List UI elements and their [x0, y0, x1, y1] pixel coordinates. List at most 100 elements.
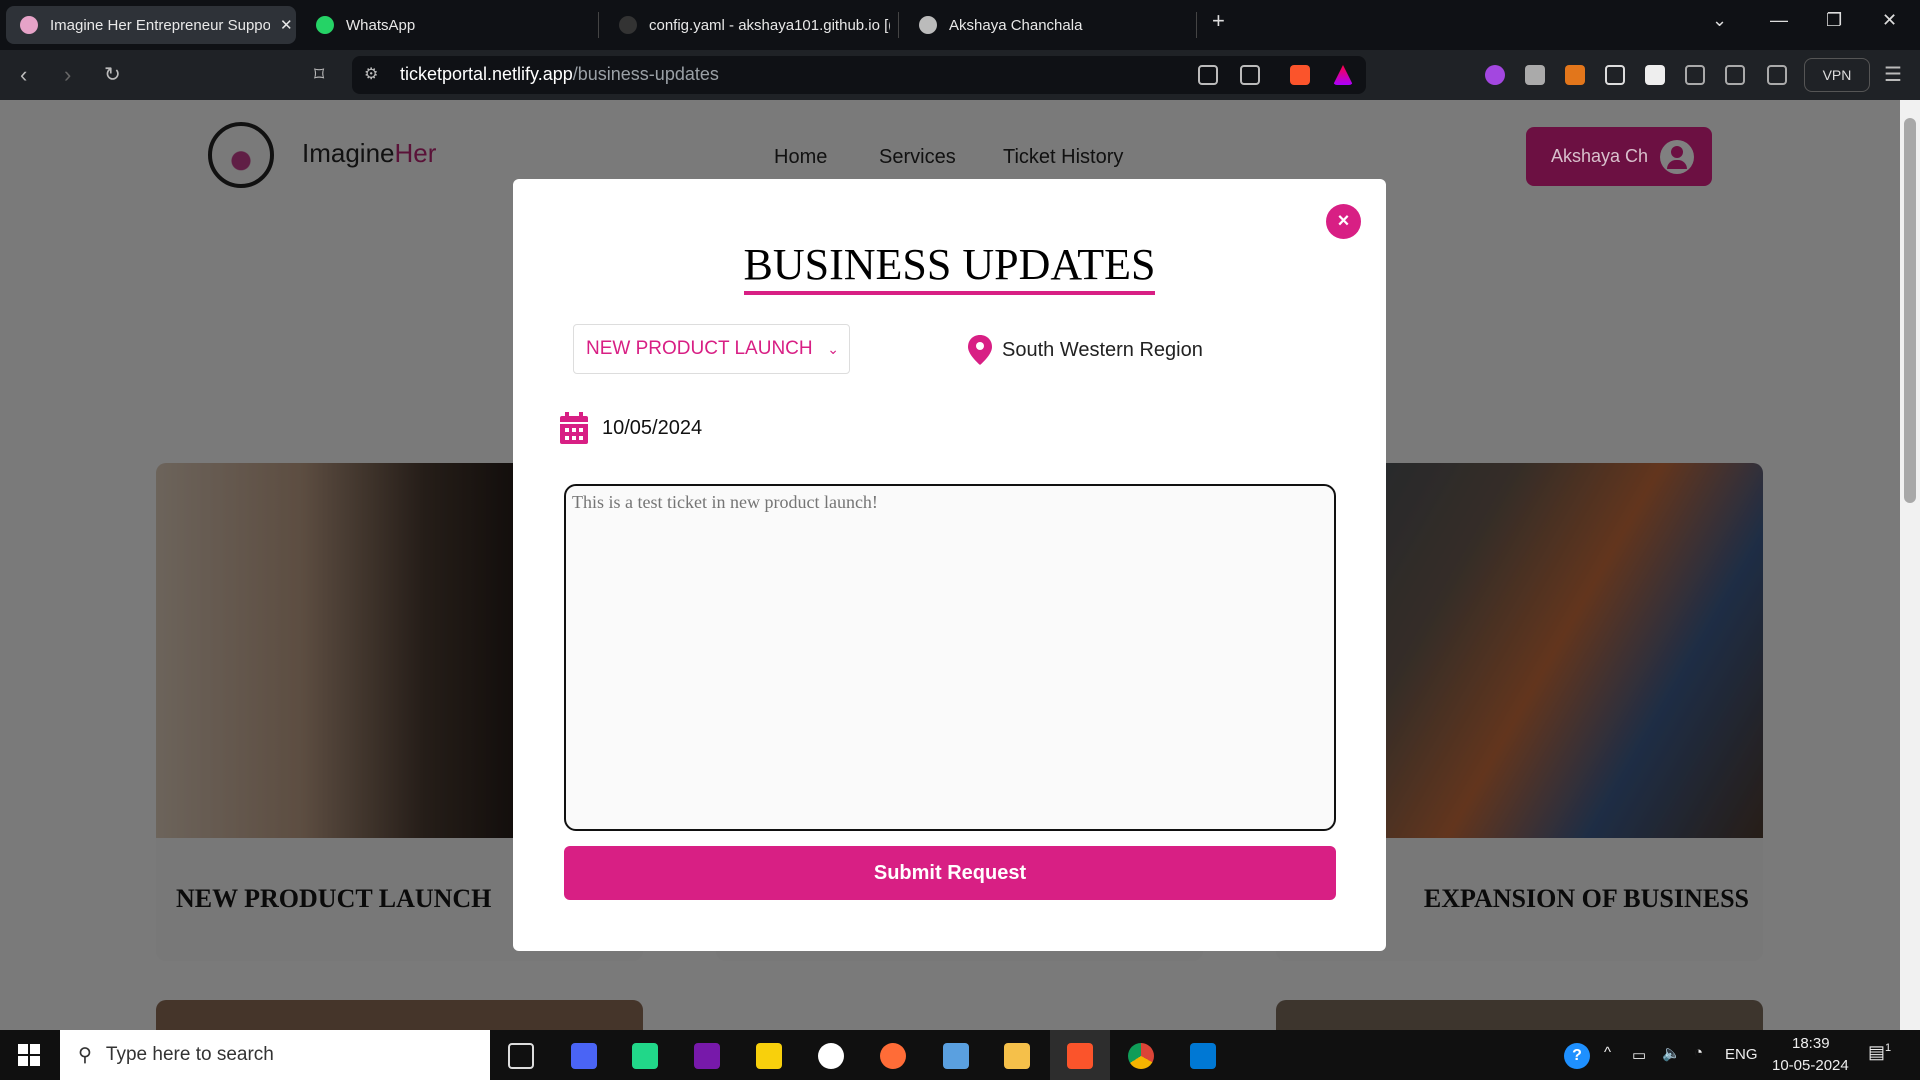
brave-icon [1067, 1043, 1093, 1069]
postman-icon[interactable] [880, 1043, 906, 1069]
github-icon [619, 16, 637, 34]
tab-whatsapp[interactable]: WhatsApp [302, 6, 582, 44]
show-hidden-icons[interactable]: ^ [1604, 1044, 1611, 1061]
metamask-icon[interactable] [1565, 65, 1585, 85]
language-indicator[interactable]: ENG [1725, 1046, 1758, 1063]
cast-icon[interactable] [1198, 65, 1218, 85]
date-text: 10/05/2024 [602, 416, 703, 439]
share-icon[interactable] [1240, 65, 1260, 85]
date-display: 10/05/2024 [560, 412, 702, 444]
sticky-notes-icon[interactable] [756, 1043, 782, 1069]
forward-icon[interactable]: › [64, 62, 71, 88]
search-placeholder: Type here to search [105, 1044, 274, 1065]
tab-config-yaml[interactable]: config.yaml - akshaya101.github.io [( [605, 6, 890, 44]
wallet-icon[interactable] [1767, 65, 1787, 85]
scrollbar-thumb[interactable] [1904, 118, 1916, 503]
whatsapp-icon [316, 16, 334, 34]
brand-name[interactable]: ImagineHer [302, 138, 436, 169]
web-page-dimmed-backdrop[interactable]: ImagineHer Home Services Ticket History … [0, 100, 1900, 1030]
imagineher-logo[interactable] [208, 122, 274, 188]
windows-start-icon[interactable] [18, 1044, 40, 1066]
chrome-icon[interactable] [1128, 1043, 1154, 1069]
file-explorer-icon[interactable] [1004, 1043, 1030, 1069]
onenote-icon[interactable] [694, 1043, 720, 1069]
tab-list-icon[interactable]: ⌄ [1712, 10, 1727, 31]
tab-bar: Imagine Her Entrepreneur Suppo ✕ WhatsAp… [0, 0, 1920, 50]
app-icon[interactable] [943, 1043, 969, 1069]
task-view-icon[interactable] [508, 1043, 534, 1069]
vpn-label: VPN [1822, 67, 1852, 83]
nav-ticket-history[interactable]: Ticket History [1003, 146, 1123, 169]
taskbar-search[interactable]: ⚲ Type here to search [60, 1030, 490, 1080]
mongodb-icon[interactable] [818, 1043, 844, 1069]
card-next-row[interactable] [156, 1000, 643, 1030]
notifications-icon[interactable]: ▤1 [1868, 1042, 1891, 1063]
tab-title: Akshaya Chanchala [949, 16, 1083, 34]
intellij-icon[interactable] [571, 1043, 597, 1069]
category-select[interactable]: NEW PRODUCT LAUNCH ⌄ [573, 324, 850, 374]
tab-title: WhatsApp [346, 16, 416, 34]
wifi-icon[interactable]: ◔ [1694, 1044, 1703, 1061]
site-favicon [20, 16, 38, 34]
tab-divider [598, 12, 599, 38]
tab-divider [898, 12, 899, 38]
brave-shield-icon[interactable] [1290, 65, 1310, 85]
help-icon[interactable]: ? [1564, 1043, 1590, 1069]
extension-icon[interactable] [1605, 65, 1625, 85]
clock-date[interactable]: 10-05-2024 [1772, 1057, 1849, 1074]
brand-part: Imagine [302, 138, 395, 168]
nav-services[interactable]: Services [879, 146, 956, 169]
vscode-icon[interactable] [1190, 1043, 1216, 1069]
battery-icon[interactable]: ▭ [1632, 1046, 1646, 1064]
vpn-button[interactable]: VPN [1804, 58, 1870, 92]
back-icon[interactable]: ‹ [20, 62, 27, 88]
nav-home[interactable]: Home [774, 146, 827, 169]
tab-title: Imagine Her Entrepreneur Suppo [50, 16, 270, 34]
restore-button[interactable]: ❐ [1826, 10, 1842, 31]
sidebar-icon[interactable] [1725, 65, 1745, 85]
region-text: South Western Region [1002, 338, 1203, 361]
notification-count: 1 [1885, 1042, 1892, 1054]
tab-title: config.yaml - akshaya101.github.io [( [649, 16, 890, 34]
ticket-description-textarea[interactable] [564, 484, 1336, 831]
business-updates-modal: × BUSINESS UPDATES NEW PRODUCT LAUNCH ⌄ … [513, 179, 1386, 951]
user-avatar-icon [1660, 139, 1695, 174]
bookmark-icon[interactable]: ⌑ [314, 62, 324, 87]
category-selected-value: NEW PRODUCT LAUNCH [586, 338, 813, 359]
search-icon: ⚲ [78, 1044, 92, 1066]
region-display: South Western Region [968, 335, 1203, 365]
location-pin-icon [968, 335, 992, 365]
word-icon[interactable] [1645, 65, 1665, 85]
user-menu-button[interactable]: Akshaya Ch [1526, 127, 1712, 186]
brand-part: Her [394, 138, 437, 168]
url-text[interactable]: ticketportal.netlify.app/business-update… [400, 64, 719, 85]
new-tab-button[interactable]: + [1212, 8, 1225, 34]
url-host: ticketportal.netlify.app [400, 64, 573, 84]
volume-icon[interactable]: 🔈 [1662, 1044, 1681, 1062]
modal-title-text: BUSINESS UPDATES [743, 241, 1156, 295]
url-path: /business-updates [572, 64, 719, 84]
reload-icon[interactable]: ↻ [104, 62, 121, 87]
puzzle-icon[interactable] [1685, 65, 1705, 85]
menu-icon[interactable]: ☰ [1884, 62, 1902, 87]
user-name: Akshaya Ch [1551, 146, 1649, 166]
clock-time[interactable]: 18:39 [1792, 1035, 1830, 1052]
pycharm-icon[interactable] [632, 1043, 658, 1069]
modal-title: BUSINESS UPDATES [513, 239, 1386, 295]
tab-divider [1196, 12, 1197, 38]
close-modal-button[interactable]: × [1326, 204, 1361, 239]
site-settings-icon[interactable]: ⚙ [364, 64, 378, 84]
taskbar-brave-active[interactable] [1050, 1030, 1110, 1080]
submit-request-button[interactable]: Submit Request [564, 846, 1336, 900]
minimize-button[interactable]: — [1770, 10, 1788, 31]
card-next-row[interactable] [1276, 1000, 1763, 1030]
chevron-down-icon: ⌄ [827, 340, 839, 357]
close-tab-icon[interactable]: ✕ [280, 16, 293, 34]
extension-icon[interactable] [1525, 65, 1545, 85]
calendar-icon [560, 412, 588, 444]
tab-akshaya[interactable]: Akshaya Chanchala [905, 6, 1190, 44]
globe-icon [919, 16, 937, 34]
extension-icon[interactable] [1485, 65, 1505, 85]
close-window-button[interactable]: ✕ [1882, 10, 1897, 31]
tab-imagine-her[interactable]: Imagine Her Entrepreneur Suppo ✕ [6, 6, 296, 44]
